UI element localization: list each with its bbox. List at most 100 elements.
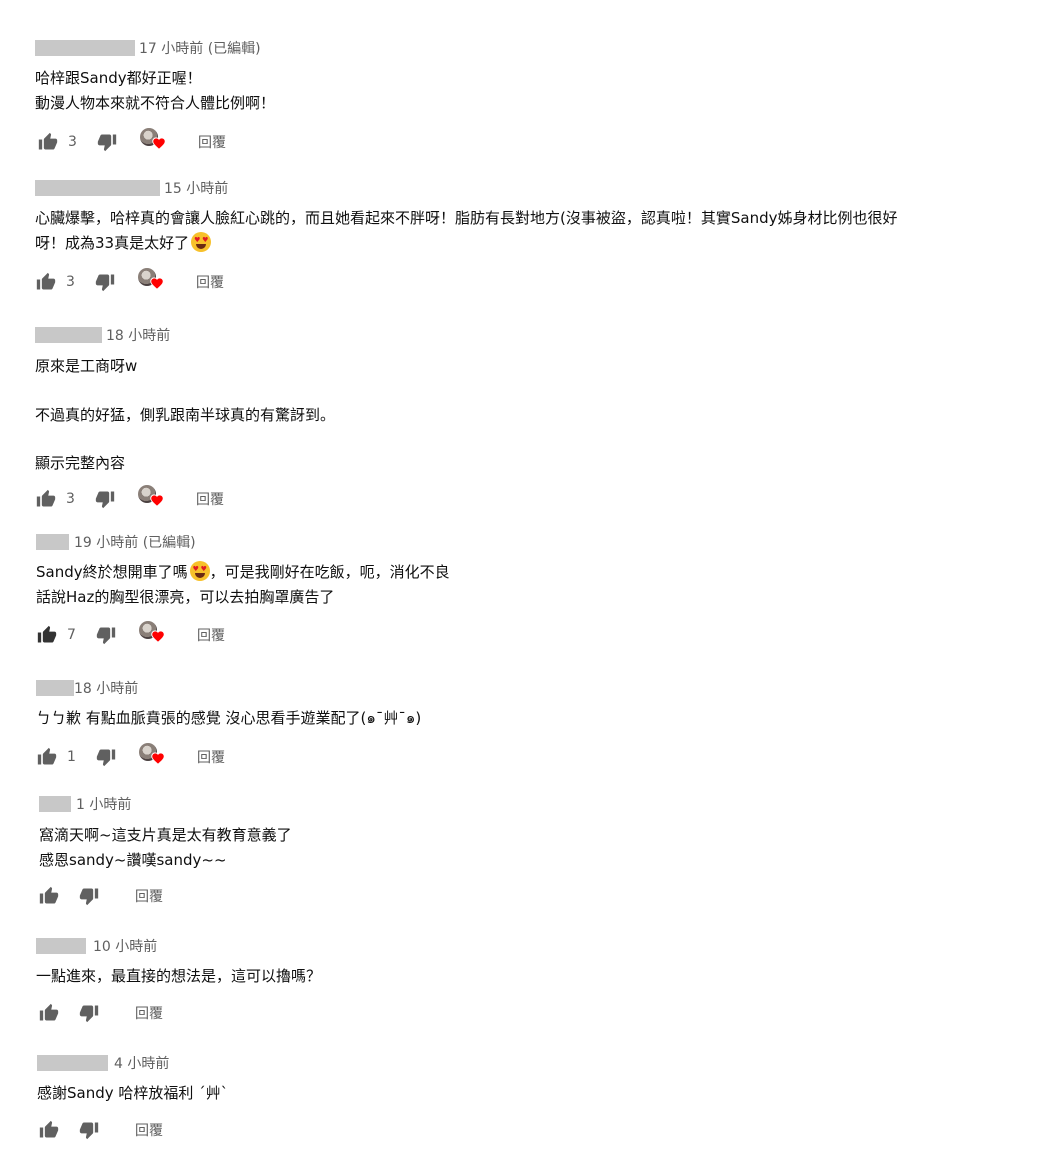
like-button[interactable] (36, 487, 56, 511)
comment-text: ㄅㄅ歉 有點血脈賁張的感覺 沒心思看手遊業配了(๑¯艸¯๑) (36, 706, 421, 731)
thumb-down-icon (96, 627, 116, 645)
reply-button[interactable]: 回覆 (197, 745, 225, 769)
thumb-down-icon (79, 1005, 99, 1023)
reply-button[interactable]: 回覆 (135, 884, 163, 908)
dislike-button[interactable] (79, 1001, 99, 1025)
comment-line: ，可是我剛好在吃飯，呃，消化不良 (209, 563, 450, 581)
comment-text: 心臟爆擊，哈梓真的會讓人臉紅心跳的，而且她看起來不胖呀！脂肪有長對地方(沒事被盜… (35, 206, 897, 255)
like-button[interactable] (39, 1118, 59, 1142)
comment-text: 哈梓跟Sandy都好正喔！ 動漫人物本來就不符合人體比例啊！ (35, 66, 275, 115)
reply-button[interactable]: 回覆 (135, 1001, 163, 1025)
comment-line: 心臟爆擊，哈梓真的會讓人臉紅心跳的，而且她看起來不胖呀！脂肪有長對地方(沒事被盜… (35, 209, 898, 227)
dislike-button[interactable] (96, 745, 116, 769)
comment-line: 一點進來，最直接的想法是，這可以擼嗎？ (36, 967, 322, 985)
thumb-down-icon (96, 749, 116, 767)
like-count: 3 (66, 274, 75, 290)
comment-line: 感恩sandy~讚嘆sandy~~ (39, 850, 227, 869)
reply-button[interactable]: 回覆 (196, 270, 224, 294)
like-count: 1 (67, 749, 76, 765)
comment-line: 窩滴天啊~這支片真是太有教育意義了 (39, 826, 292, 844)
thumb-down-icon (95, 274, 115, 292)
comment-time[interactable]: 15 小時前 (164, 178, 228, 198)
comment-line: ㄅㄅ歉 有點血脈賁張的感覺 沒心思看手遊業配了(๑¯艸¯๑) (36, 709, 422, 727)
thumb-up-icon (39, 886, 59, 904)
like-button[interactable] (37, 623, 57, 647)
thumb-up-icon (38, 132, 58, 150)
dislike-button[interactable] (95, 270, 115, 294)
like-button[interactable] (39, 884, 59, 908)
dislike-button[interactable] (79, 1118, 99, 1142)
comment-time[interactable]: 1 小時前 (76, 794, 131, 814)
comment-actions: 回覆 (39, 1001, 239, 1025)
author-name-redacted[interactable] (39, 796, 71, 812)
thumb-down-icon (97, 134, 117, 152)
author-name-redacted[interactable] (36, 938, 86, 954)
creator-heart-icon (138, 268, 164, 292)
comment-text: 一點進來，最直接的想法是，這可以擼嗎？ (36, 964, 321, 989)
thumb-up-icon (37, 747, 57, 765)
like-button[interactable] (38, 130, 58, 154)
comment-text: 窩滴天啊~這支片真是太有教育意義了 感恩sandy~讚嘆sandy~~ (39, 823, 292, 872)
comment-actions: 3 回覆 (36, 485, 336, 511)
reply-button[interactable]: 回覆 (135, 1118, 163, 1142)
thumb-up-icon (39, 1120, 59, 1138)
comment-time[interactable]: 4 小時前 (114, 1053, 169, 1073)
comment-text: Sandy終於想開車了嗎 ♥ ♥ ，可是我剛好在吃飯，呃，消化不良 話說Haz的胸型很… (36, 560, 450, 609)
comment-time[interactable]: 10 小時前 (93, 936, 157, 956)
comment-line: 話說Haz的胸型很漂亮，可以去拍胸罩廣告了 (36, 587, 335, 606)
comment-actions: 回覆 (39, 1118, 239, 1142)
like-count: 3 (68, 134, 77, 150)
comment-line: 不過真的好猛，側乳跟南半球真的有驚訝到。 (35, 405, 336, 424)
heart-eyes-emoji-icon: ♥ ♥ (189, 561, 210, 581)
comment-line: 動漫人物本來就不符合人體比例啊！ (35, 93, 276, 112)
creator-heart-icon (139, 743, 165, 767)
like-count: 7 (67, 627, 76, 643)
thumb-up-icon (36, 272, 56, 290)
heart-icon (152, 137, 166, 150)
reply-button[interactable]: 回覆 (197, 623, 225, 647)
comment-time[interactable]: 18 小時前 (74, 678, 138, 698)
reply-button[interactable]: 回覆 (196, 487, 224, 511)
comment-line: 哈梓跟Sandy都好正喔！ (35, 69, 202, 87)
like-count: 3 (66, 491, 75, 507)
creator-heart-icon (139, 621, 165, 645)
comment-actions: 3 回覆 (38, 128, 338, 154)
thumb-up-icon (36, 489, 56, 507)
comment-time[interactable]: 17 小時前 (已編輯) (139, 38, 261, 58)
author-name-redacted[interactable] (35, 327, 102, 343)
comment-text: 感謝Sandy 哈梓放福利 ˊ艸ˋ (37, 1081, 228, 1106)
like-button[interactable] (36, 270, 56, 294)
dislike-button[interactable] (95, 487, 115, 511)
author-name-redacted[interactable] (37, 1055, 108, 1071)
thumb-up-icon (39, 1003, 59, 1021)
comment-time[interactable]: 18 小時前 (106, 325, 170, 345)
comment-actions: 7 回覆 (37, 621, 337, 647)
heart-icon (150, 277, 164, 290)
reply-button[interactable]: 回覆 (198, 130, 226, 154)
comment-actions: 回覆 (39, 884, 239, 908)
comment-actions: 1 回覆 (37, 743, 337, 769)
heart-icon (150, 494, 164, 507)
dislike-button[interactable] (97, 130, 117, 154)
author-name-redacted[interactable] (36, 680, 74, 696)
thumb-up-icon (37, 625, 57, 643)
like-button[interactable] (39, 1001, 59, 1025)
thumb-down-icon (95, 491, 115, 509)
creator-heart-icon (138, 485, 164, 509)
comment-time[interactable]: 19 小時前 (已編輯) (74, 532, 196, 552)
author-name-redacted[interactable] (36, 534, 69, 550)
comment-line: 原來是工商呀w (35, 357, 138, 375)
heart-icon (151, 752, 165, 765)
comment-text: 原來是工商呀w 不過真的好猛，側乳跟南半球真的有驚訝到。 顯示完整內容 (35, 354, 335, 476)
dislike-button[interactable] (96, 623, 116, 647)
author-name-redacted[interactable] (35, 180, 160, 196)
show-full-content-link[interactable]: 顯示完整內容 (35, 451, 335, 476)
comment-line: 感謝Sandy 哈梓放福利 ˊ艸ˋ (37, 1084, 229, 1102)
like-button[interactable] (37, 745, 57, 769)
thumb-down-icon (79, 1122, 99, 1140)
dislike-button[interactable] (79, 884, 99, 908)
heart-icon (151, 630, 165, 643)
creator-heart-icon (140, 128, 166, 152)
thumb-down-icon (79, 888, 99, 906)
author-name-redacted[interactable] (35, 40, 135, 56)
